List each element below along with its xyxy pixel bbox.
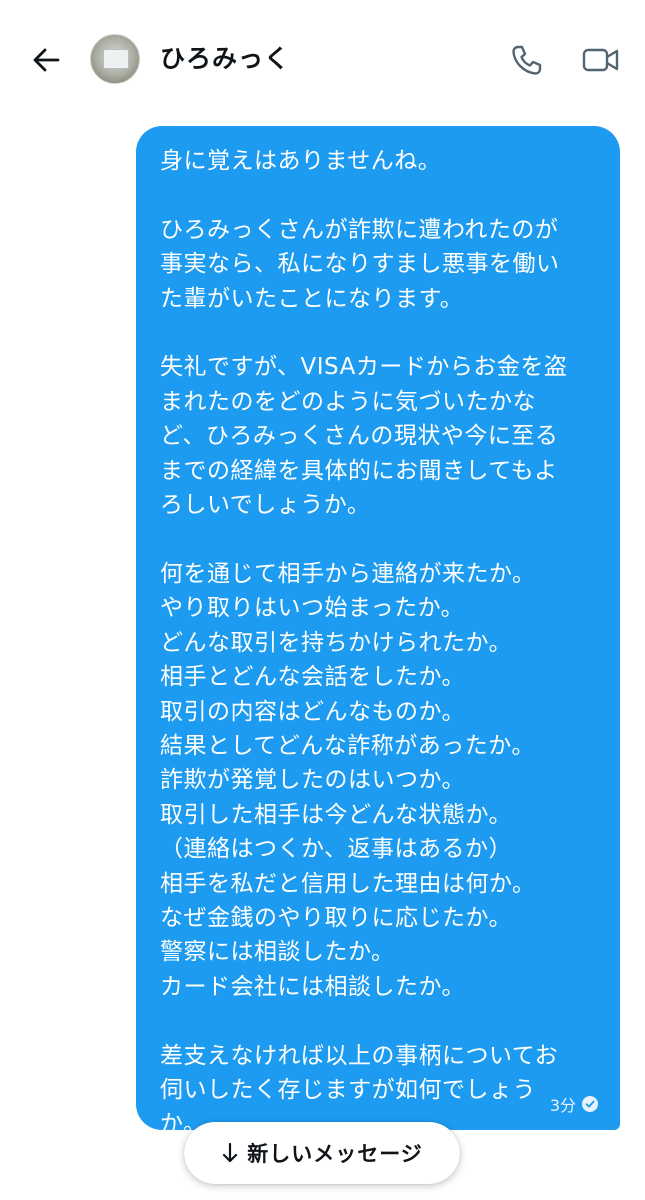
arrow-left-icon — [33, 48, 60, 72]
new-message-button[interactable]: 新しいメッセージ — [184, 1122, 460, 1184]
avatar-image — [103, 49, 129, 69]
video-call-button[interactable] — [580, 40, 622, 80]
contact-name[interactable]: ひろみっく — [160, 40, 290, 78]
avatar[interactable] — [90, 34, 140, 84]
phone-icon — [512, 45, 542, 75]
video-camera-icon — [582, 48, 619, 72]
check-circle-icon — [582, 1096, 598, 1112]
new-message-label: 新しいメッセージ — [247, 1142, 423, 1166]
message-text: 身に覚えはありませんね。 ひろみっくさんが詐欺に遭われたのが 事実なら、私になり… — [160, 148, 568, 1138]
call-button[interactable] — [506, 40, 546, 80]
message-bubble[interactable]: 身に覚えはありませんね。 ひろみっくさんが詐欺に遭われたのが 事実なら、私になり… — [136, 126, 620, 1137]
conversation-header: ひろみっく — [0, 0, 645, 118]
message-meta: 3分 — [550, 1092, 598, 1116]
back-button[interactable] — [26, 40, 66, 80]
arrow-down-icon — [223, 1142, 238, 1163]
message-timestamp: 3分 — [549, 1096, 576, 1115]
